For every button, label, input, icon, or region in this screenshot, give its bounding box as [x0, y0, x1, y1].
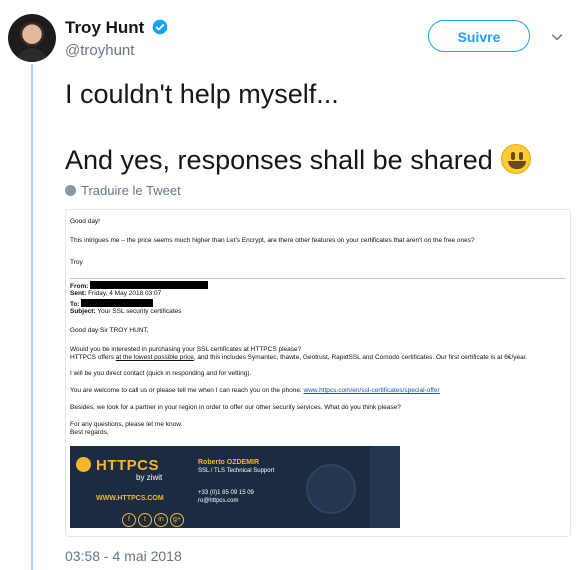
email-para2: I will be you direct contact (quick in r… — [70, 370, 252, 377]
signature-person: Roberto OZDEMIR — [198, 459, 260, 466]
signature-phone: +33 (0)1 85 09 15 09 — [198, 490, 254, 496]
linkedin-icon: in — [154, 513, 168, 527]
email-para4: Besides, we look for a partner in your r… — [70, 404, 401, 411]
grinning-face-emoji-icon — [500, 144, 531, 174]
email-para1-line2: HTTPCS offers at the lowest possible pri… — [70, 354, 528, 361]
email-para1-line1: Would you be interested in purchasing yo… — [70, 346, 302, 353]
offer-link: www.httpcs.com/en/ssl-certificates/speci… — [303, 387, 440, 394]
chevron-down-icon[interactable] — [551, 31, 563, 43]
email-question: This intrigues me – the price seems much… — [70, 237, 475, 244]
email-salutation: Good day Sir TROY HUNT, — [70, 327, 149, 334]
globe-icon — [65, 185, 76, 196]
signature-email: ro@httpcs.com — [198, 498, 239, 504]
email-para3: You are welcome to call us or please tel… — [70, 387, 440, 394]
email-greeting: Good day! — [70, 218, 100, 225]
redaction-bar — [81, 299, 154, 307]
googleplus-icon: g+ — [170, 513, 184, 527]
tweet-text-line1: I couldn't help myself... — [65, 79, 339, 109]
email-signature-banner: HTTPCS by ziwit WWW.HTTPCS.COM f t in g+ Ro… — [70, 446, 400, 528]
httpcs-logo-icon — [76, 457, 91, 472]
email-signoff: Troy — [70, 259, 83, 266]
email-sent: Sent: Friday, 4 May 2018 03:07 — [70, 290, 162, 297]
follow-button[interactable]: Suivre — [428, 20, 530, 52]
tweet-text-line2-content: And yes, responses shall be shared — [65, 145, 493, 175]
email-para5-line1: For any questions, please let me know. — [70, 421, 183, 428]
verified-badge-icon — [152, 19, 168, 35]
signature-by: by ziwit — [136, 473, 163, 482]
signature-url: WWW.HTTPCS.COM — [96, 495, 164, 502]
facebook-icon: f — [122, 513, 136, 527]
thread-line — [31, 64, 33, 570]
twitter-icon: t — [138, 513, 152, 527]
translate-tweet-link[interactable]: Traduire le Tweet — [65, 183, 181, 198]
redaction-bar — [90, 281, 209, 289]
translate-label: Traduire le Tweet — [81, 183, 181, 198]
signature-role: SSL / TLS Technical Support — [198, 468, 275, 474]
tweet-timestamp[interactable]: 03:58 - 4 mai 2018 — [65, 548, 182, 564]
email-subject: Subject: Your SSL security certificates — [70, 308, 182, 315]
social-icons: f t in g+ — [122, 508, 186, 527]
email-para5-line2: Best regards, — [70, 429, 109, 436]
email-divider — [70, 278, 566, 279]
email-screenshot-image[interactable]: Good day! This intrigues me – the price … — [65, 209, 571, 537]
user-name[interactable]: Troy Hunt — [65, 18, 144, 38]
avatar[interactable] — [8, 14, 56, 62]
banner-stripe — [370, 446, 400, 528]
shield-icon — [306, 464, 356, 514]
tweet-text-line2: And yes, responses shall be shared — [65, 144, 531, 176]
user-handle[interactable]: @troyhunt — [65, 42, 134, 59]
signature-brand: HTTPCS — [96, 457, 160, 474]
